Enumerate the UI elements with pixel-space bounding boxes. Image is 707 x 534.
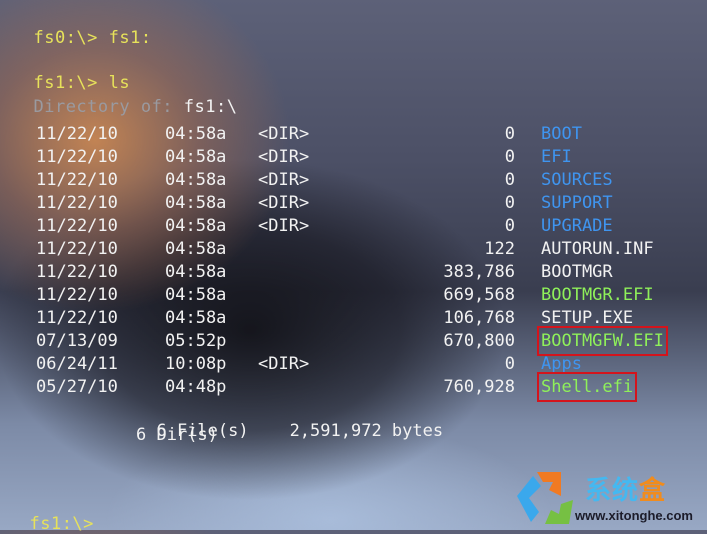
entry-date: 11/22/10: [36, 216, 118, 236]
entry-date: 07/13/09: [36, 331, 118, 351]
final-prompt[interactable]: fs1:\>: [8, 494, 94, 534]
watermark-logo: 系统盒 www.xitonghe.com: [515, 468, 705, 528]
file-row: 11/22/10 04:58a 122 AUTORUN.INF: [0, 238, 707, 260]
total-bytes: 2,591,972 bytes: [289, 421, 444, 441]
entry-size: 0: [504, 147, 515, 167]
entry-date: 11/22/10: [36, 262, 118, 282]
entry-name: SOURCES: [541, 170, 613, 190]
entry-date: 11/22/10: [36, 124, 118, 144]
watermark-url: www.xitonghe.com: [575, 508, 693, 523]
entry-time: 04:58a: [165, 170, 227, 190]
entry-size: 383,786: [443, 262, 515, 282]
entry-dir-flag: <DIR>: [258, 147, 310, 167]
entry-name: EFI: [541, 147, 572, 167]
entry-name: BOOTMGR.EFI: [541, 285, 654, 305]
entry-time: 04:58a: [165, 124, 227, 144]
entry-time: 04:58a: [165, 147, 227, 167]
entry-size: 0: [504, 170, 515, 190]
file-row: 11/22/10 04:58a <DIR> 0 SOURCES: [0, 169, 707, 191]
entry-size: 0: [504, 193, 515, 213]
entry-date: 11/22/10: [36, 308, 118, 328]
entry-name: SETUP.EXE: [541, 308, 634, 328]
entry-size: 0: [504, 354, 515, 374]
entry-size: 0: [504, 216, 515, 236]
directory-header: Directory of: fs1:\: [12, 77, 237, 117]
entry-dir-flag: <DIR>: [258, 216, 310, 236]
command-line-1: fs0:\> fs1:: [12, 8, 152, 48]
entry-name: AUTORUN.INF: [541, 239, 654, 259]
file-row: 11/22/10 04:58a 106,768 SETUP.EXE: [0, 307, 707, 329]
entry-date: 11/22/10: [36, 285, 118, 305]
directory-label: Directory of:: [33, 97, 174, 117]
entry-dir-flag: <DIR>: [258, 124, 310, 144]
entry-size: 669,568: [443, 285, 515, 305]
watermark-title-last: 盒: [639, 476, 667, 506]
entry-dir-flag: <DIR>: [258, 193, 310, 213]
entry-size: 106,768: [443, 308, 515, 328]
entry-date: 05/27/10: [36, 377, 118, 397]
file-row: 07/13/09 05:52p 670,800 BOOTMGFW.EFI: [0, 326, 707, 356]
entry-date: 11/22/10: [36, 193, 118, 213]
entry-time: 04:58a: [165, 216, 227, 236]
file-row: 11/22/10 04:58a <DIR> 0 UPGRADE: [0, 215, 707, 237]
entry-dir-flag: <DIR>: [258, 354, 310, 374]
file-row: 05/27/10 04:48p 760,928 Shell.efi: [0, 372, 707, 402]
watermark-title-main: 系统: [585, 476, 640, 506]
directory-path: fs1:\: [183, 97, 238, 117]
file-row: 11/22/10 04:58a 669,568 BOOTMGR.EFI: [0, 284, 707, 306]
file-row: 11/22/10 04:58a <DIR> 0 EFI: [0, 146, 707, 168]
entry-name: SUPPORT: [541, 193, 613, 213]
entry-size: 760,928: [443, 377, 515, 397]
entry-time: 05:52p: [165, 331, 227, 351]
entry-date: 11/22/10: [36, 147, 118, 167]
entry-time: 04:58a: [165, 308, 227, 328]
entry-time: 04:58a: [165, 239, 227, 259]
prompt: fs0:\>: [33, 28, 98, 48]
entry-time: 04:58a: [165, 193, 227, 213]
entry-time: 04:48p: [165, 377, 227, 397]
entry-size: 0: [504, 124, 515, 144]
entry-date: 06/24/11: [36, 354, 118, 374]
prompt: fs1:\>: [29, 514, 94, 534]
file-row: 06/24/11 10:08p <DIR> 0 Apps: [0, 353, 707, 375]
summary-dirs: 6 Dir(s): [136, 425, 218, 445]
entry-name: Apps: [541, 354, 582, 374]
entry-name: BOOT: [541, 124, 582, 144]
entry-date: 11/22/10: [36, 239, 118, 259]
entry-name-highlighted: Shell.efi: [536, 372, 638, 402]
file-row: 11/22/10 04:58a <DIR> 0 SUPPORT: [0, 192, 707, 214]
entry-time: 04:58a: [165, 262, 227, 282]
entry-time: 04:58a: [165, 285, 227, 305]
entry-name: UPGRADE: [541, 216, 613, 236]
file-row: 11/22/10 04:58a 383,786 BOOTMGR: [0, 261, 707, 283]
entry-size: 122: [484, 239, 515, 259]
entry-name-highlighted: BOOTMGFW.EFI: [537, 326, 668, 356]
entry-name: BOOTMGR: [541, 262, 613, 282]
command: fs1:: [108, 28, 152, 48]
entry-date: 11/22/10: [36, 170, 118, 190]
entry-size: 670,800: [443, 331, 515, 351]
cube-logo-icon: [517, 472, 573, 524]
entry-time: 10:08p: [165, 354, 227, 374]
entry-dir-flag: <DIR>: [258, 170, 310, 190]
file-row: 11/22/10 04:58a <DIR> 0 BOOT: [0, 123, 707, 145]
watermark-title: 系统盒: [585, 470, 666, 507]
